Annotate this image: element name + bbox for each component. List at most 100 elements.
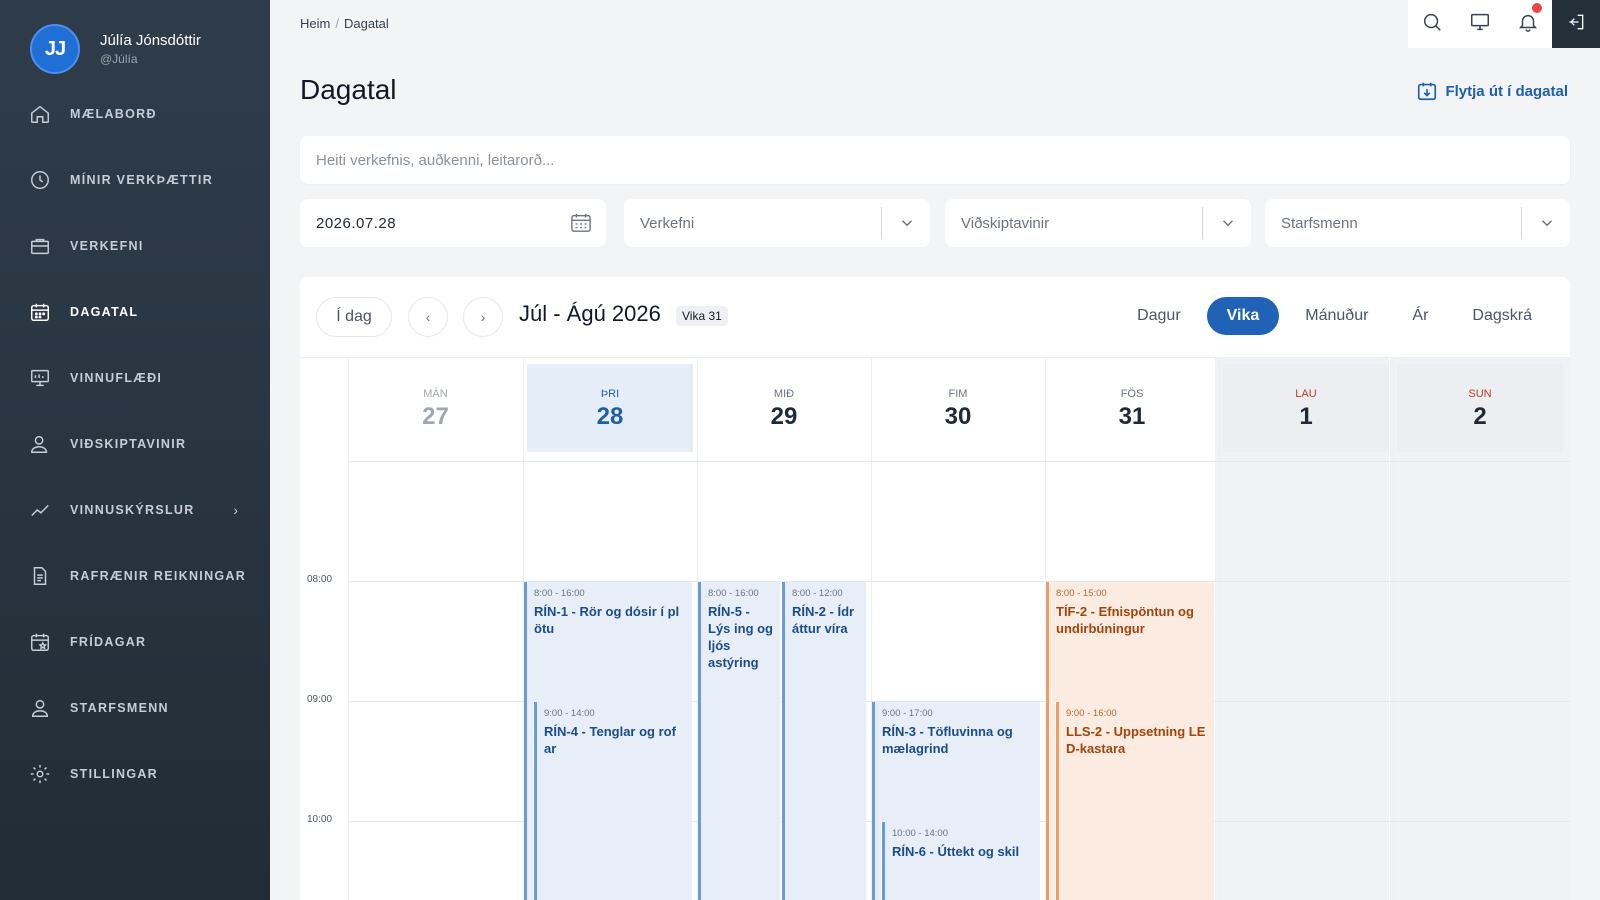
sidebar-item-label: VIÐSKIPTAVINIR bbox=[70, 437, 187, 451]
event-title: RÍN-5 - Lýs ing og ljós astýring bbox=[708, 604, 773, 670]
select-divider bbox=[1521, 207, 1522, 239]
logout-icon bbox=[1566, 12, 1586, 37]
sidebar-item-reports[interactable]: VINNUSKÝRSLUR › bbox=[0, 477, 270, 543]
day-name: SUN bbox=[1468, 388, 1492, 400]
calendar-event[interactable]: 9:00 - 14:00 RÍN-4 - Tenglar og rof ar bbox=[534, 702, 692, 900]
event-title: LLS-2 - Uppsetning LE D-kastara bbox=[1066, 724, 1206, 756]
calendar-download-icon bbox=[1418, 82, 1437, 101]
calendar-event[interactable]: 8:00 - 16:00 RÍN-5 - Lýs ing og ljós ast… bbox=[698, 582, 780, 900]
event-title: RÍN-1 - Rör og dósir í pl ötu bbox=[534, 604, 680, 636]
notification-dot bbox=[1532, 3, 1542, 13]
day-header-wed[interactable]: MIÐ 29 bbox=[701, 364, 867, 452]
view-month[interactable]: Mánuður bbox=[1287, 297, 1386, 335]
event-time: 8:00 - 15:00 bbox=[1056, 588, 1107, 599]
staff-select[interactable]: Starfsmenn bbox=[1265, 199, 1570, 247]
sidebar-item-calendar[interactable]: DAGATAL bbox=[0, 279, 270, 345]
next-week-button[interactable]: › bbox=[463, 297, 503, 337]
day-name: MIÐ bbox=[773, 388, 795, 400]
calendar-event[interactable]: 9:00 - 16:00 LLS-2 - Uppsetning LE D-kas… bbox=[1056, 702, 1214, 900]
view-week[interactable]: Vika bbox=[1206, 297, 1280, 335]
sidebar-item-my-tasks[interactable]: MÍNIR VERKÞÆTTIR bbox=[0, 147, 270, 213]
sidebar-item-label: MÍNIR VERKÞÆTTIR bbox=[70, 173, 214, 187]
briefcase-icon bbox=[28, 234, 52, 258]
time-label: 09:00 bbox=[307, 694, 333, 705]
day-name: ÞRI bbox=[600, 388, 620, 400]
calendar-event[interactable]: 10:00 - 14:00 RÍN-6 - Úttekt og skil bbox=[882, 822, 1040, 900]
gear-icon bbox=[28, 762, 52, 786]
customers-select[interactable]: Viðskiptavinir bbox=[945, 199, 1251, 247]
breadcrumb-home[interactable]: Heim bbox=[300, 16, 330, 31]
sidebar-item-label: STILLINGAR bbox=[70, 767, 158, 781]
bell-icon bbox=[1517, 11, 1539, 38]
notifications-button[interactable] bbox=[1504, 0, 1552, 48]
time-label: 08:00 bbox=[307, 574, 333, 585]
day-date: 28 bbox=[596, 403, 624, 430]
day-date: 1 bbox=[1299, 403, 1313, 430]
calendar-icon[interactable] bbox=[570, 213, 592, 237]
select-divider bbox=[881, 207, 882, 239]
event-title: RÍN-2 - Ídr áttur víra bbox=[792, 604, 855, 636]
day-header-sun[interactable]: SUN 2 bbox=[1397, 364, 1563, 452]
monitor-button[interactable] bbox=[1456, 0, 1504, 48]
event-time: 10:00 - 14:00 bbox=[892, 828, 948, 839]
day-header-fri[interactable]: FÖS 31 bbox=[1049, 364, 1215, 452]
sidebar-item-staff[interactable]: STARFSMENN bbox=[0, 675, 270, 741]
day-name: MÁN bbox=[423, 388, 448, 400]
users-icon bbox=[28, 696, 52, 720]
chevron-down-icon bbox=[898, 213, 916, 237]
workflow-board-icon bbox=[28, 366, 52, 390]
event-time: 9:00 - 17:00 bbox=[882, 708, 933, 719]
search-input[interactable] bbox=[316, 151, 1570, 169]
week-badge: Vika 31 bbox=[676, 306, 728, 326]
chevron-right-icon: › bbox=[480, 309, 486, 325]
sidebar-item-label: DAGATAL bbox=[70, 305, 139, 319]
calendar-panel: Í dag ‹ › Júl - Ágú 2026 Vika 31 Dagur V… bbox=[300, 277, 1570, 900]
day-header-mon[interactable]: MÁN 27 bbox=[353, 364, 518, 452]
user-profile[interactable]: JJ Júlía Jónsdóttir @Júlía bbox=[30, 24, 201, 74]
today-button[interactable]: Í dag bbox=[316, 297, 392, 337]
project-placeholder: Verkefni bbox=[640, 214, 695, 232]
view-day[interactable]: Dagur bbox=[1119, 297, 1199, 335]
sidebar-item-projects[interactable]: VERKEFNI bbox=[0, 213, 270, 279]
sidebar-item-label: VERKEFNI bbox=[70, 239, 144, 253]
chevron-right-icon: › bbox=[233, 502, 238, 518]
user-icon bbox=[28, 432, 52, 456]
document-icon bbox=[28, 564, 52, 588]
day-header-tue[interactable]: ÞRI 28 bbox=[527, 364, 693, 452]
sidebar-item-workflow[interactable]: VINNUFLÆÐI bbox=[0, 345, 270, 411]
prev-week-button[interactable]: ‹ bbox=[408, 297, 448, 337]
sidebar-item-label: MÆLABORÐ bbox=[70, 107, 157, 121]
event-title: TÍF-2 - Efnispöntun og undirbúningur bbox=[1056, 604, 1194, 636]
sidebar-item-label: FRÍDAGAR bbox=[70, 635, 147, 649]
date-picker[interactable]: 2026.07.28 bbox=[300, 199, 606, 247]
sidebar-item-dashboard[interactable]: MÆLABORÐ bbox=[0, 81, 270, 147]
sidebar-item-holidays[interactable]: FRÍDAGAR bbox=[0, 609, 270, 675]
day-date: 31 bbox=[1118, 403, 1146, 430]
logout-button[interactable] bbox=[1552, 0, 1600, 48]
view-year[interactable]: Ár bbox=[1394, 297, 1446, 335]
search-button[interactable] bbox=[1408, 0, 1456, 48]
sidebar-nav: MÆLABORÐ MÍNIR VERKÞÆTTIR VERKEFNI DAGAT… bbox=[0, 81, 270, 807]
view-switcher: Dagur Vika Mánuður Ár Dagskrá bbox=[1111, 297, 1550, 335]
event-time: 9:00 - 16:00 bbox=[1066, 708, 1117, 719]
sidebar-item-label: VINNUFLÆÐI bbox=[70, 371, 163, 385]
top-toolbar bbox=[1408, 0, 1600, 48]
day-header-thu[interactable]: FIM 30 bbox=[875, 364, 1041, 452]
week-grid: 08:00 09:00 10:00 MÁN 27 ÞRI 28 MIÐ 29 F… bbox=[300, 357, 1570, 900]
day-name: FIM bbox=[948, 388, 968, 400]
trend-icon bbox=[28, 498, 52, 522]
day-date: 29 bbox=[770, 403, 798, 430]
sidebar-item-settings[interactable]: STILLINGAR bbox=[0, 741, 270, 807]
calendar-event[interactable]: 8:00 - 12:00 RÍN-2 - Ídr áttur víra bbox=[782, 582, 866, 900]
view-agenda[interactable]: Dagskrá bbox=[1454, 297, 1550, 335]
sidebar-item-label: VINNUSKÝRSLUR bbox=[70, 503, 195, 517]
sidebar-item-customers[interactable]: VIÐSKIPTAVINIR bbox=[0, 411, 270, 477]
sidebar-item-invoices[interactable]: RAFRÆNIR REIKNINGAR bbox=[0, 543, 270, 609]
user-handle: @Júlía bbox=[100, 52, 138, 66]
project-select[interactable]: Verkefni bbox=[624, 199, 930, 247]
home-icon bbox=[28, 102, 52, 126]
event-title: RÍN-3 - Töfluvinna og mælagrind bbox=[882, 724, 1013, 756]
breadcrumb-current: Dagatal bbox=[343, 16, 389, 31]
export-calendar-button[interactable]: Flytja út í dagatal bbox=[1416, 80, 1568, 102]
day-header-sat[interactable]: LAU 1 bbox=[1223, 364, 1389, 452]
